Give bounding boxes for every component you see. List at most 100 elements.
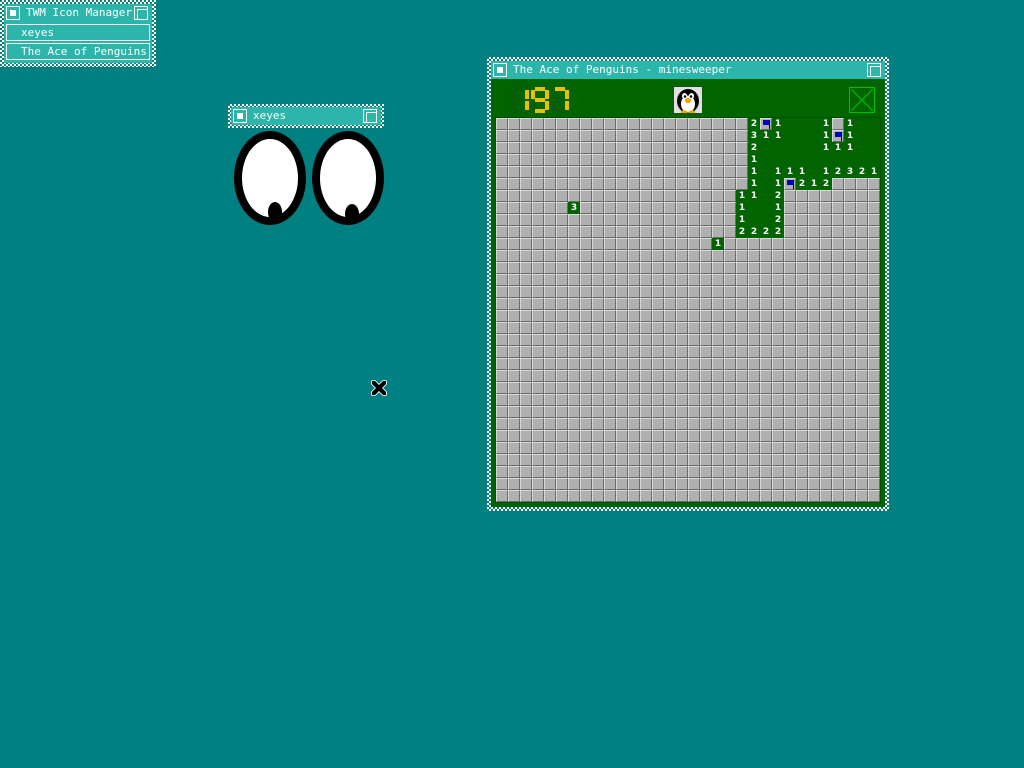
minesweeper-cell-hidden[interactable] (748, 370, 760, 382)
minesweeper-cell-hidden[interactable] (844, 442, 856, 454)
minesweeper-cell-number[interactable]: 1 (748, 190, 760, 202)
minesweeper-cell-hidden[interactable] (784, 298, 796, 310)
minesweeper-cell-hidden[interactable] (496, 286, 508, 298)
minesweeper-cell-number[interactable]: 2 (772, 190, 784, 202)
minesweeper-cell-hidden[interactable] (496, 466, 508, 478)
minesweeper-cell-hidden[interactable] (520, 346, 532, 358)
minesweeper-cell-hidden[interactable] (724, 490, 736, 502)
minesweeper-cell-hidden[interactable] (820, 202, 832, 214)
minesweeper-cell-hidden[interactable] (748, 418, 760, 430)
minesweeper-cell-hidden[interactable] (868, 334, 880, 346)
minesweeper-cell-hidden[interactable] (736, 118, 748, 130)
minesweeper-cell-hidden[interactable] (508, 322, 520, 334)
minesweeper-cell-hidden[interactable] (688, 358, 700, 370)
minesweeper-cell-hidden[interactable] (544, 118, 556, 130)
minesweeper-cell-hidden[interactable] (532, 478, 544, 490)
minesweeper-cell-hidden[interactable] (676, 394, 688, 406)
minesweeper-cell-hidden[interactable] (496, 478, 508, 490)
window-menu-icon[interactable] (493, 63, 507, 77)
minesweeper-cell-hidden[interactable] (580, 226, 592, 238)
minesweeper-cell-hidden[interactable] (784, 202, 796, 214)
minesweeper-cell-hidden[interactable] (724, 442, 736, 454)
minesweeper-cell-hidden[interactable] (856, 430, 868, 442)
minesweeper-cell-number[interactable]: 2 (832, 166, 844, 178)
minesweeper-cell-hidden[interactable] (664, 406, 676, 418)
minesweeper-cell-hidden[interactable] (856, 358, 868, 370)
icon-manager-entry-ace-of-penguins[interactable]: The Ace of Penguins - (6, 43, 150, 60)
minesweeper-cell-hidden[interactable] (808, 430, 820, 442)
minesweeper-cell-hidden[interactable] (676, 382, 688, 394)
xeyes-canvas[interactable] (228, 126, 393, 231)
minesweeper-cell-hidden[interactable] (844, 370, 856, 382)
minesweeper-cell-hidden[interactable] (820, 322, 832, 334)
minesweeper-cell-hidden[interactable] (556, 418, 568, 430)
minesweeper-cell-hidden[interactable] (640, 202, 652, 214)
minesweeper-cell-hidden[interactable] (868, 430, 880, 442)
minesweeper-cell-hidden[interactable] (496, 334, 508, 346)
minesweeper-cell-hidden[interactable] (844, 322, 856, 334)
minesweeper-cell-hidden[interactable] (508, 166, 520, 178)
minesweeper-cell-hidden[interactable] (664, 238, 676, 250)
minesweeper-cell-hidden[interactable] (580, 406, 592, 418)
minesweeper-cell-empty[interactable] (748, 214, 760, 226)
minesweeper-cell-hidden[interactable] (700, 130, 712, 142)
minesweeper-cell-hidden[interactable] (868, 406, 880, 418)
minesweeper-cell-hidden[interactable] (760, 310, 772, 322)
minesweeper-cell-hidden[interactable] (640, 478, 652, 490)
minesweeper-cell-hidden[interactable] (520, 358, 532, 370)
minesweeper-cell-hidden[interactable] (520, 226, 532, 238)
minesweeper-cell-hidden[interactable] (604, 202, 616, 214)
minesweeper-cell-empty[interactable] (784, 130, 796, 142)
minesweeper-cell-hidden[interactable] (688, 178, 700, 190)
minesweeper-cell-hidden[interactable] (604, 310, 616, 322)
minesweeper-cell-hidden[interactable] (520, 286, 532, 298)
minesweeper-cell-hidden[interactable] (664, 262, 676, 274)
minesweeper-cell-hidden[interactable] (628, 226, 640, 238)
minesweeper-cell-hidden[interactable] (724, 358, 736, 370)
minesweeper-cell-hidden[interactable] (856, 202, 868, 214)
minesweeper-cell-hidden[interactable] (844, 238, 856, 250)
minesweeper-cell-hidden[interactable] (628, 334, 640, 346)
minesweeper-cell-hidden[interactable] (496, 490, 508, 502)
minesweeper-cell-hidden[interactable] (580, 298, 592, 310)
minesweeper-cell-hidden[interactable] (652, 250, 664, 262)
minesweeper-cell-hidden[interactable] (712, 250, 724, 262)
minesweeper-cell-hidden[interactable] (712, 454, 724, 466)
minesweeper-cell-hidden[interactable] (748, 238, 760, 250)
minesweeper-cell-hidden[interactable] (676, 154, 688, 166)
minesweeper-cell-hidden[interactable] (796, 274, 808, 286)
minesweeper-cell-hidden[interactable] (664, 214, 676, 226)
minesweeper-cell-hidden[interactable] (736, 130, 748, 142)
minesweeper-cell-hidden[interactable] (688, 118, 700, 130)
minesweeper-cell-hidden[interactable] (604, 298, 616, 310)
minesweeper-cell-hidden[interactable] (760, 466, 772, 478)
minesweeper-cell-hidden[interactable] (628, 118, 640, 130)
minesweeper-cell-hidden[interactable] (664, 130, 676, 142)
minesweeper-cell-number[interactable]: 2 (748, 226, 760, 238)
minesweeper-cell-hidden[interactable] (868, 358, 880, 370)
minesweeper-cell-hidden[interactable] (712, 214, 724, 226)
minesweeper-cell-hidden[interactable] (856, 394, 868, 406)
minesweeper-cell-hidden[interactable] (796, 346, 808, 358)
minesweeper-cell-hidden[interactable] (772, 478, 784, 490)
minesweeper-cell-hidden[interactable] (652, 298, 664, 310)
minesweeper-cell-hidden[interactable] (568, 226, 580, 238)
minesweeper-cell-hidden[interactable] (640, 466, 652, 478)
minesweeper-cell-empty[interactable] (820, 154, 832, 166)
minesweeper-cell-hidden[interactable] (652, 226, 664, 238)
minesweeper-cell-hidden[interactable] (508, 286, 520, 298)
minesweeper-cell-hidden[interactable] (832, 190, 844, 202)
minesweeper-cell-hidden[interactable] (520, 454, 532, 466)
minesweeper-cell-hidden[interactable] (724, 142, 736, 154)
minesweeper-cell-hidden[interactable] (820, 262, 832, 274)
minesweeper-cell-hidden[interactable] (712, 118, 724, 130)
minesweeper-cell-hidden[interactable] (628, 130, 640, 142)
minesweeper-cell-hidden[interactable] (796, 322, 808, 334)
minesweeper-cell-hidden[interactable] (616, 226, 628, 238)
minesweeper-cell-hidden[interactable] (688, 466, 700, 478)
minesweeper-cell-hidden[interactable] (496, 250, 508, 262)
minesweeper-cell-hidden[interactable] (640, 382, 652, 394)
minesweeper-cell-hidden[interactable] (688, 406, 700, 418)
minesweeper-cell-hidden[interactable] (748, 466, 760, 478)
minesweeper-cell-hidden[interactable] (664, 358, 676, 370)
